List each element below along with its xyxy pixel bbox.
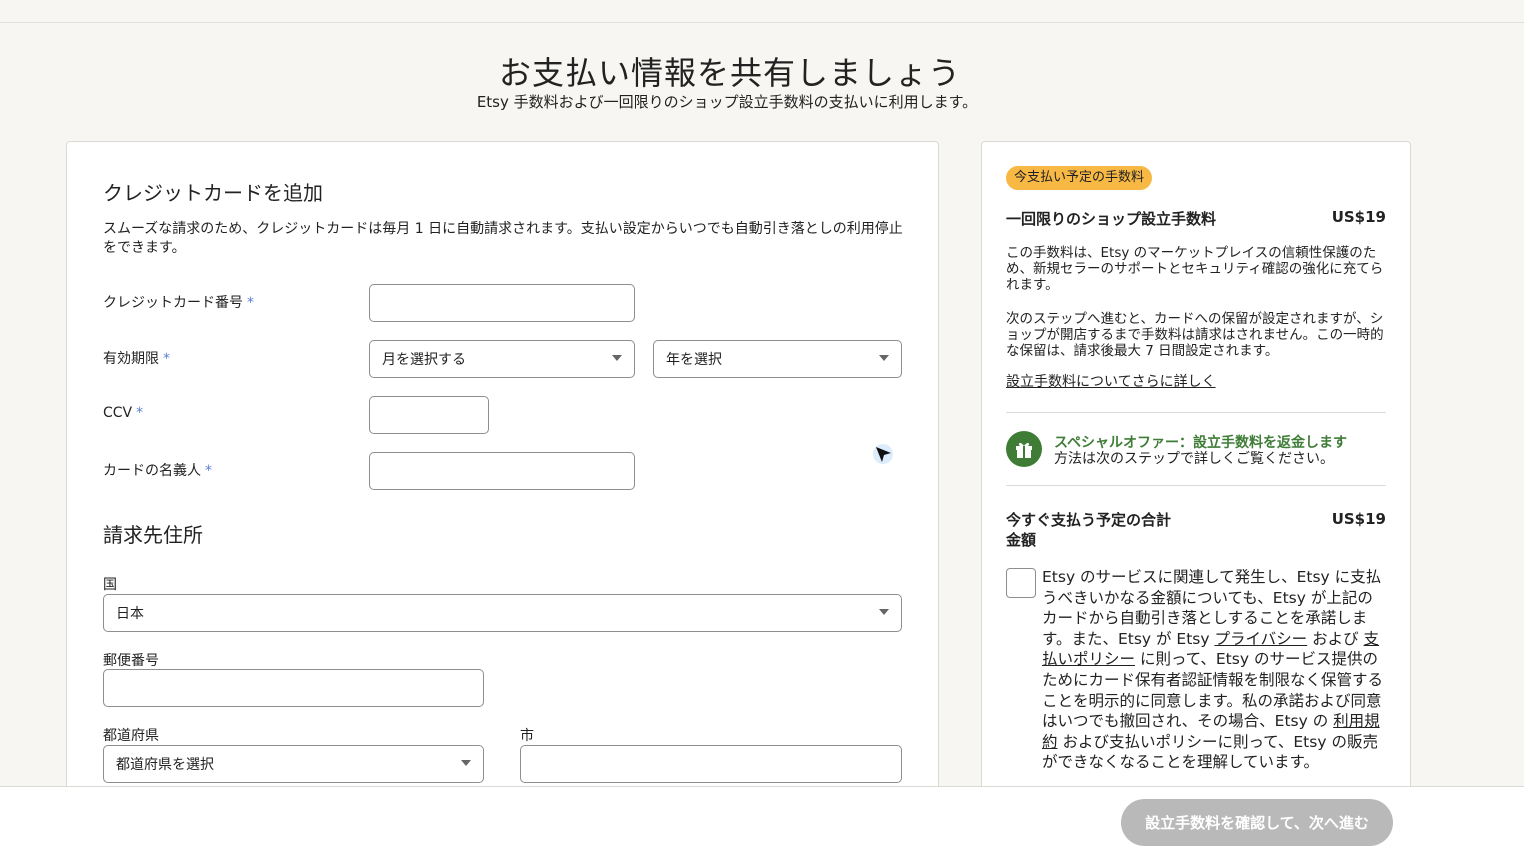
caret-down-icon [879,609,889,615]
caret-down-icon [879,355,889,361]
prefecture-label: 都道府県 [103,728,159,744]
cardholder-name-label: カードの名義人 * [103,463,212,479]
mouse-cursor-icon [873,444,893,464]
expiry-month-value: 月を選択する [382,352,466,368]
total-due-amount: US$19 [1331,510,1386,528]
credit-card-heading: クレジットカードを追加 [103,181,323,205]
prefecture-value: 都道府県を選択 [116,757,214,773]
consent-checkbox[interactable] [1006,568,1036,598]
privacy-link[interactable]: プライバシー [1214,630,1307,648]
divider [1006,412,1386,413]
postal-code-label: 郵便番号 [103,653,159,669]
city-input[interactable] [520,745,902,783]
city-label: 市 [520,728,534,744]
fee-due-badge: 今支払い予定の手数料 [1006,166,1153,190]
prefecture-select[interactable]: 都道府県を選択 [103,745,484,783]
top-bar [0,0,1524,23]
setup-fee-amount: US$19 [1331,208,1386,226]
gift-icon [1006,431,1042,467]
expiry-label: 有効期限 * [103,351,170,367]
expiry-year-value: 年を選択 [666,352,722,368]
country-value: 日本 [116,606,144,622]
card-number-input[interactable] [369,284,635,322]
cardholder-name-input[interactable] [369,452,635,490]
credit-card-description: スムーズな請求のため、クレジットカードは毎月 1 日に自動請求されます。支払い設… [103,221,903,256]
setup-fee-title: 一回限りのショップ設立手数料 [1006,210,1217,228]
caret-down-icon [612,355,622,361]
caret-down-icon [461,760,471,766]
hold-description: 次のステップへ進むと、カードへの保留が設定されますが、ショップが開店するまで手数… [1006,311,1384,359]
ccv-input[interactable] [369,396,489,434]
country-select[interactable]: 日本 [103,594,902,632]
required-mark: * [247,295,254,311]
expiry-month-select[interactable]: 月を選択する [369,340,635,378]
divider [1006,485,1386,486]
special-offer-subtitle: 方法は次のステップで詳しくご覧ください。 [1054,451,1334,467]
billing-address-heading: 請求先住所 [103,523,203,547]
card-number-label: クレジットカード番号 * [103,295,254,311]
postal-code-input[interactable] [103,669,484,707]
page-title: お支払い情報を共有しましょう [498,54,961,92]
total-due-title: 今すぐ支払う予定の合計金額 [1006,511,1172,549]
expiry-year-select[interactable]: 年を選択 [653,340,902,378]
required-mark: * [136,405,144,421]
confirm-fee-continue-button[interactable]: 設立手数料を確認して、次へ進む [1121,799,1393,846]
gift-icon [1016,442,1032,458]
fee-description: この手数料は、Etsy のマーケットプレイスの信頼性保護のため、新規セラーのサポ… [1006,245,1384,293]
page-subtitle: Etsy 手数料および一回限りのショップ設立手数料の支払いに利用します。 [476,93,978,111]
ccv-label: CCV * [103,405,144,421]
required-mark: * [205,463,212,479]
country-label: 国 [103,577,117,593]
consent-text: Etsy のサービスに関連して発生し、Etsy に支払うべきいかなる金額について… [1042,568,1384,772]
required-mark: * [163,351,170,367]
learn-more-link[interactable]: 設立手数料についてさらに詳しく [1006,371,1216,391]
